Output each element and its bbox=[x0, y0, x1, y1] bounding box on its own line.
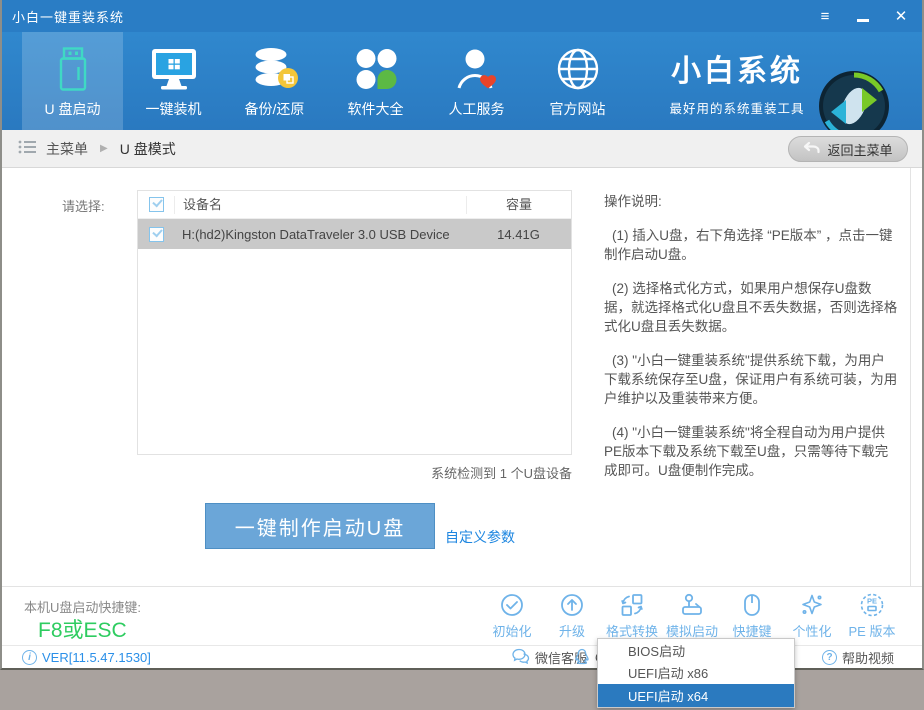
column-header-capacity: 容量 bbox=[466, 196, 571, 214]
backup-database-icon bbox=[250, 44, 300, 92]
nav-item-support[interactable]: 人工服务 bbox=[426, 32, 527, 130]
breadcrumb-root[interactable]: 主菜单 bbox=[46, 139, 88, 159]
brand-block: 小白系统 最好用的系统重装工具 bbox=[657, 46, 817, 117]
nav-item-one-click-install[interactable]: 一键装机 bbox=[123, 32, 224, 130]
pe-version-icon: PE bbox=[859, 592, 885, 618]
breadcrumb-current: U 盘模式 bbox=[120, 139, 176, 159]
help-label: 帮助视频 bbox=[842, 648, 894, 667]
instruction-step: (4) "小白一键重装系统"将全程自动为用户提供PE版本下载及系统下载至U盘，只… bbox=[604, 423, 898, 480]
back-button-label: 返回主菜单 bbox=[827, 140, 892, 159]
tool-format-convert[interactable]: 格式转换 bbox=[602, 592, 662, 640]
popup-item-uefi-x64[interactable]: UEFI启动 x64 bbox=[598, 684, 794, 707]
arrow-up-circle-icon bbox=[559, 592, 585, 618]
boot-mode-popup: BIOS启动 UEFI启动 x86 UEFI启动 x64 bbox=[597, 638, 795, 708]
tool-simulate-boot[interactable]: 模拟启动 bbox=[662, 592, 722, 640]
make-boot-usb-button[interactable]: 一键制作启动U盘 bbox=[205, 503, 435, 549]
version-info: i VER[11.5.47.1530] bbox=[22, 646, 151, 669]
instructions-panel: 操作说明: (1) 插入U盘，右下角选择 “PE版本” ，点击一键制作启动U盘。… bbox=[604, 190, 898, 495]
software-clover-icon bbox=[353, 44, 399, 92]
back-arrow-icon bbox=[803, 141, 820, 157]
nav-item-label: 人工服务 bbox=[449, 99, 505, 119]
device-table: 设备名 容量 H:(hd2)Kingston DataTraveler 3.0 … bbox=[137, 190, 572, 455]
nav-item-label: U 盘启动 bbox=[45, 99, 101, 119]
sparkle-star-icon bbox=[799, 592, 825, 618]
close-icon[interactable]: ✕ bbox=[890, 5, 912, 27]
menu-icon[interactable]: ≡ bbox=[814, 5, 836, 27]
right-divider bbox=[910, 168, 911, 586]
nav-item-label: 一键装机 bbox=[146, 99, 202, 119]
custom-params-link[interactable]: 自定义参数 bbox=[445, 527, 515, 547]
tool-initialize[interactable]: 初始化 bbox=[482, 592, 542, 640]
mouse-icon bbox=[739, 592, 765, 618]
check-circle-icon bbox=[499, 592, 525, 618]
globe-icon bbox=[555, 44, 601, 92]
column-header-name: 设备名 bbox=[174, 196, 466, 214]
tools-row: 初始化 升级 bbox=[482, 592, 902, 640]
instruction-step: (3) "小白一键重装系统"提供系统下载，为用户下载系统保存至U盘，保证用户有系… bbox=[604, 351, 898, 408]
window-controls: ≡ ✕ bbox=[814, 0, 912, 32]
nav-item-website[interactable]: 官方网站 bbox=[527, 32, 628, 130]
nav-item-usb-boot[interactable]: U 盘启动 bbox=[22, 32, 123, 130]
brand-tagline: 最好用的系统重装工具 bbox=[657, 98, 817, 117]
info-icon: i bbox=[22, 650, 37, 665]
instruction-step: (2) 选择格式化方式，如果用户想保存U盘数据，就选择格式化U盘且不丢失数据，否… bbox=[604, 279, 898, 336]
window-title: 小白一键重装系统 bbox=[2, 7, 124, 26]
table-row[interactable]: H:(hd2)Kingston DataTraveler 3.0 USB Dev… bbox=[138, 219, 571, 249]
question-icon: ? bbox=[822, 650, 837, 665]
device-name: H:(hd2)Kingston DataTraveler 3.0 USB Dev… bbox=[174, 227, 466, 242]
minimize-icon[interactable] bbox=[852, 5, 874, 27]
detect-status-text: 系统检测到 1 个U盘设备 bbox=[137, 463, 572, 482]
hotkey-value: F8或ESC bbox=[38, 614, 127, 644]
monitor-icon bbox=[148, 44, 200, 92]
popup-item-uefi-x86[interactable]: UEFI启动 x86 bbox=[598, 662, 794, 685]
select-label: 请选择: bbox=[62, 196, 105, 215]
select-all-checkbox[interactable] bbox=[149, 197, 164, 212]
tool-personalize[interactable]: 个性化 bbox=[782, 592, 842, 640]
tool-upgrade[interactable]: 升级 bbox=[542, 592, 602, 640]
tool-pe-version[interactable]: PE PE 版本 bbox=[842, 592, 902, 640]
nav-item-label: 备份/还原 bbox=[245, 99, 305, 119]
bottom-toolbar: 本机U盘启动快捷键: F8或ESC 初始化 bbox=[2, 586, 922, 645]
nav-item-label: 官方网站 bbox=[550, 99, 606, 119]
breadcrumb: 主菜单 ▶ U 盘模式 返回主菜单 bbox=[2, 130, 922, 168]
help-video[interactable]: ? 帮助视频 bbox=[822, 646, 894, 669]
breadcrumb-arrow-icon: ▶ bbox=[100, 143, 108, 154]
app-window: 小白一键重装系统 ≡ ✕ U 盘启动 bbox=[0, 0, 924, 670]
main-content: 请选择: 设备名 容量 H:(hd2)Kingston DataTraveler… bbox=[2, 168, 922, 586]
joystick-icon bbox=[679, 592, 705, 618]
qq-penguin-icon bbox=[574, 648, 590, 668]
list-icon bbox=[18, 140, 36, 157]
device-table-header: 设备名 容量 bbox=[138, 191, 571, 219]
instructions-title: 操作说明: bbox=[604, 190, 898, 210]
back-to-main-menu-button[interactable]: 返回主菜单 bbox=[788, 136, 908, 162]
main-navigation: U 盘启动 一键装机 bbox=[2, 32, 922, 130]
nav-item-label: 软件大全 bbox=[348, 99, 404, 119]
wechat-icon bbox=[512, 648, 530, 667]
tool-hotkey[interactable]: 快捷键 bbox=[722, 592, 782, 640]
usb-drive-icon bbox=[51, 44, 95, 92]
device-capacity: 14.41G bbox=[466, 227, 571, 242]
instruction-step: (1) 插入U盘，右下角选择 “PE版本” ，点击一键制作启动U盘。 bbox=[604, 226, 898, 264]
svg-text:PE: PE bbox=[867, 597, 877, 606]
version-text: VER[11.5.47.1530] bbox=[42, 650, 151, 665]
popup-item-bios[interactable]: BIOS启动 bbox=[598, 639, 794, 662]
row-checkbox[interactable] bbox=[149, 227, 164, 242]
convert-icon bbox=[619, 592, 645, 618]
nav-item-software[interactable]: 软件大全 bbox=[325, 32, 426, 130]
title-bar: 小白一键重装系统 ≡ ✕ bbox=[2, 0, 922, 32]
nav-item-backup-restore[interactable]: 备份/还原 bbox=[224, 32, 325, 130]
support-person-icon bbox=[454, 44, 500, 92]
brand-name: 小白系统 bbox=[657, 46, 817, 90]
